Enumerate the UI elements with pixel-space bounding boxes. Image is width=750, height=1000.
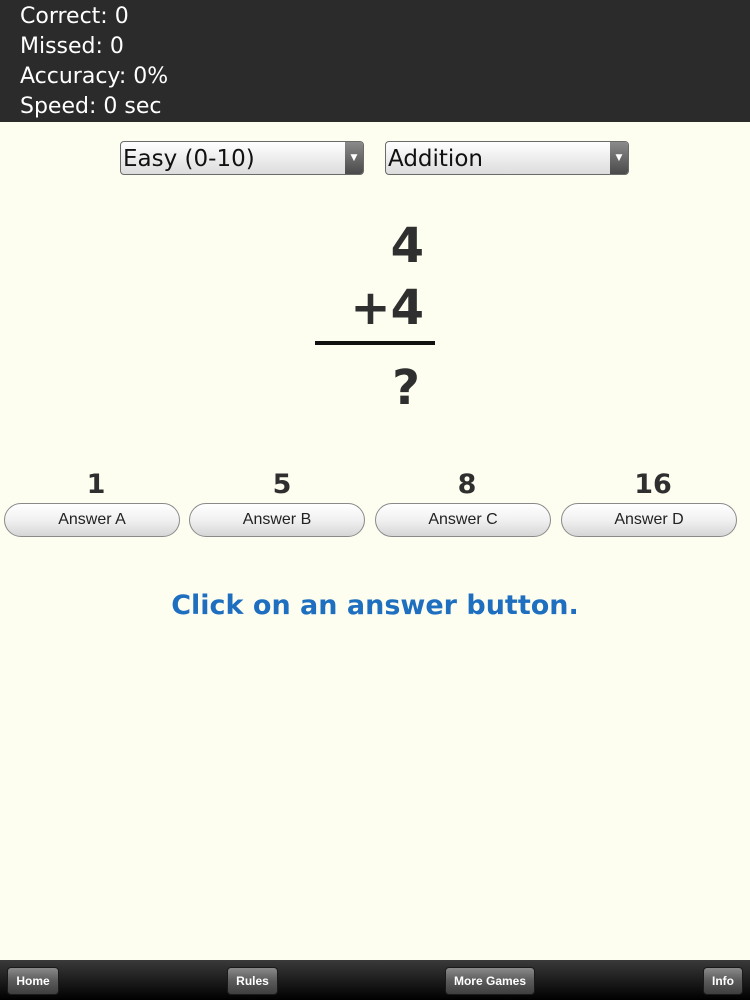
difficulty-select[interactable]: Easy (0-10) ▼ [120, 141, 364, 175]
problem-top-number: 4 [390, 218, 424, 274]
stats-panel: Correct: 0 Missed: 0 Accuracy: 0% Speed:… [0, 0, 750, 122]
answer-b-button[interactable]: Answer B [189, 503, 365, 537]
problem-result: ? [392, 360, 420, 416]
dropdown-arrow-icon: ▼ [345, 142, 363, 174]
dropdown-arrow-icon: ▼ [610, 142, 628, 174]
missed-count: Missed: 0 [20, 34, 124, 59]
answer-a-value: 1 [86, 469, 106, 500]
home-button[interactable]: Home [7, 967, 59, 995]
answer-d-value: 16 [634, 469, 672, 500]
info-button[interactable]: Info [703, 967, 743, 995]
difficulty-value: Easy (0-10) [123, 146, 255, 172]
bottom-nav-bar: Home Rules More Games Info [0, 960, 750, 1000]
correct-count: Correct: 0 [20, 4, 129, 29]
rules-button[interactable]: Rules [227, 967, 278, 995]
answer-c-value: 8 [457, 469, 477, 500]
accuracy-readout: Accuracy: 0% [20, 64, 169, 89]
more-games-button[interactable]: More Games [445, 967, 535, 995]
answer-d-button[interactable]: Answer D [561, 503, 737, 537]
sum-line [315, 341, 435, 345]
operation-select[interactable]: Addition ▼ [385, 141, 629, 175]
problem-bottom-number: +4 [350, 280, 424, 336]
answer-c-button[interactable]: Answer C [375, 503, 551, 537]
operation-value: Addition [388, 146, 483, 172]
speed-readout: Speed: 0 sec [20, 94, 162, 119]
answer-a-button[interactable]: Answer A [4, 503, 180, 537]
answer-b-value: 5 [272, 469, 292, 500]
instruction-message: Click on an answer button. [171, 590, 579, 621]
